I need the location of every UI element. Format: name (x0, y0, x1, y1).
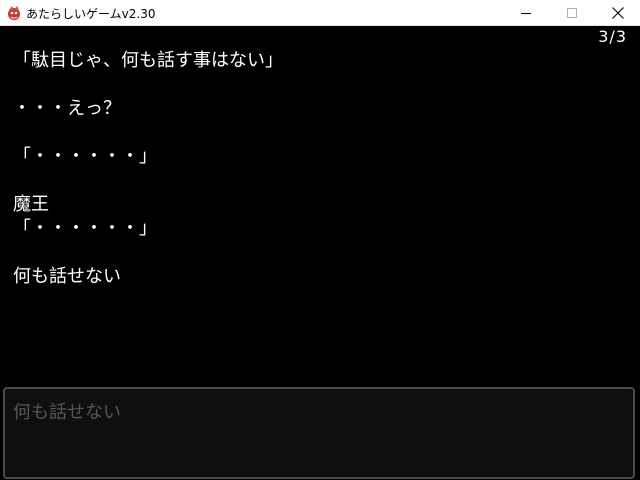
window-title: あたらしいゲームv2.30 (26, 7, 156, 21)
game-screen[interactable]: 3/3 「駄目じゃ、何も話す事はない」 ・・・えっ？ 「・・・・・・」 魔王 「… (0, 26, 640, 480)
message-line: 「・・・・・・」 (13, 146, 157, 167)
message-line: 「駄目じゃ、何も話す事はない」 (13, 50, 283, 71)
close-button[interactable] (595, 0, 640, 26)
message-line: ・・・えっ？ (13, 98, 121, 119)
text-input-box[interactable]: 何も話せない (3, 387, 635, 479)
maximize-icon (567, 8, 577, 18)
message-line: 「・・・・・・」 (13, 218, 157, 239)
message-line: 何も話せない (13, 266, 121, 287)
input-text: 何も話せない (13, 402, 121, 423)
minimize-icon (521, 13, 531, 14)
speaker-name: 魔王 (13, 194, 49, 215)
page-counter: 3/3 (598, 27, 627, 46)
message-log: 「駄目じゃ、何も話す事はない」 ・・・えっ？ 「・・・・・・」 魔王 「・・・・… (13, 49, 613, 289)
title-bar: あたらしいゲームv2.30 (0, 0, 640, 26)
game-app-icon (8, 6, 20, 20)
minimize-button[interactable] (503, 0, 549, 26)
close-icon (612, 7, 624, 19)
maximize-button[interactable] (549, 0, 595, 26)
